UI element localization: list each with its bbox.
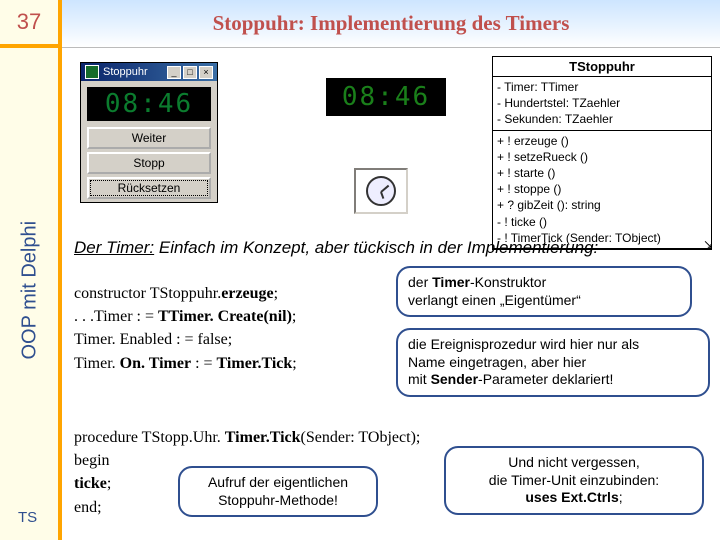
uml-classname: TStoppuhr [493, 57, 711, 77]
code-block-constructor: constructor TStoppuhr.erzeuge; . . .Time… [74, 282, 297, 375]
uml-attr: - Hundertstel: TZaehler [497, 95, 707, 111]
caption-lead: Der Timer: [74, 238, 154, 257]
clock-face-icon [366, 176, 396, 206]
page-title: Stoppuhr: Implementierung des Timers [62, 0, 720, 48]
uml-operations: + ! erzeuge () + ! setzeRueck () + ! sta… [493, 131, 711, 249]
uml-attr: - Timer: TTimer [497, 79, 707, 95]
time-display: 08:46 [87, 87, 211, 121]
window-title: Stoppuhr [103, 66, 148, 78]
uml-op: + ! setzeRueck () [497, 149, 707, 165]
close-icon[interactable]: × [199, 66, 213, 79]
sidebar-footer: TS [18, 509, 37, 526]
resume-button[interactable]: Weiter [87, 127, 211, 149]
uml-op: + ! stoppe () [497, 181, 707, 197]
resize-grip-icon: ↘ [703, 237, 713, 251]
caption: Der Timer: Einfach im Konzept, aber tück… [74, 238, 598, 258]
sidebar: OOP mit Delphi TS [0, 48, 62, 540]
uml-op: + ? gibZeit (): string [497, 197, 707, 213]
maximize-icon[interactable]: □ [183, 66, 197, 79]
uml-attributes: - Timer: TTimer - Hundertstel: TZaehler … [493, 77, 711, 131]
callout-eventproc: die Ereignisprozedur wird hier nur als N… [396, 328, 710, 397]
reset-button[interactable]: Rücksetzen [87, 177, 211, 199]
uml-op: + ! starte () [497, 165, 707, 181]
app-icon [85, 65, 99, 79]
callout-uses: Und nicht vergessen, die Timer-Unit einz… [444, 446, 704, 515]
app-window: Stoppuhr _ □ × 08:46 Weiter Stopp Rückse… [80, 62, 218, 203]
caption-rest: Einfach im Konzept, aber tückisch in der… [154, 238, 598, 257]
page-number: 37 [0, 0, 62, 48]
timer-icon [354, 168, 408, 214]
callout-constructor: der Timer-Konstruktor verlangt einen „Ei… [396, 266, 692, 317]
sidebar-label: OOP mit Delphi [19, 220, 42, 360]
uml-class-box: TStoppuhr - Timer: TTimer - Hundertstel:… [492, 56, 712, 250]
window-titlebar: Stoppuhr _ □ × [81, 63, 217, 81]
uml-attr: - Sekunden: TZaehler [497, 111, 707, 127]
minimize-icon[interactable]: _ [167, 66, 181, 79]
standalone-time-display: 08:46 [326, 78, 446, 116]
stop-button[interactable]: Stopp [87, 152, 211, 174]
uml-op: + ! erzeuge () [497, 133, 707, 149]
callout-ticke: Aufruf der eigentlichen Stoppuhr-Methode… [178, 466, 378, 517]
uml-op: - ! ticke () [497, 214, 707, 230]
